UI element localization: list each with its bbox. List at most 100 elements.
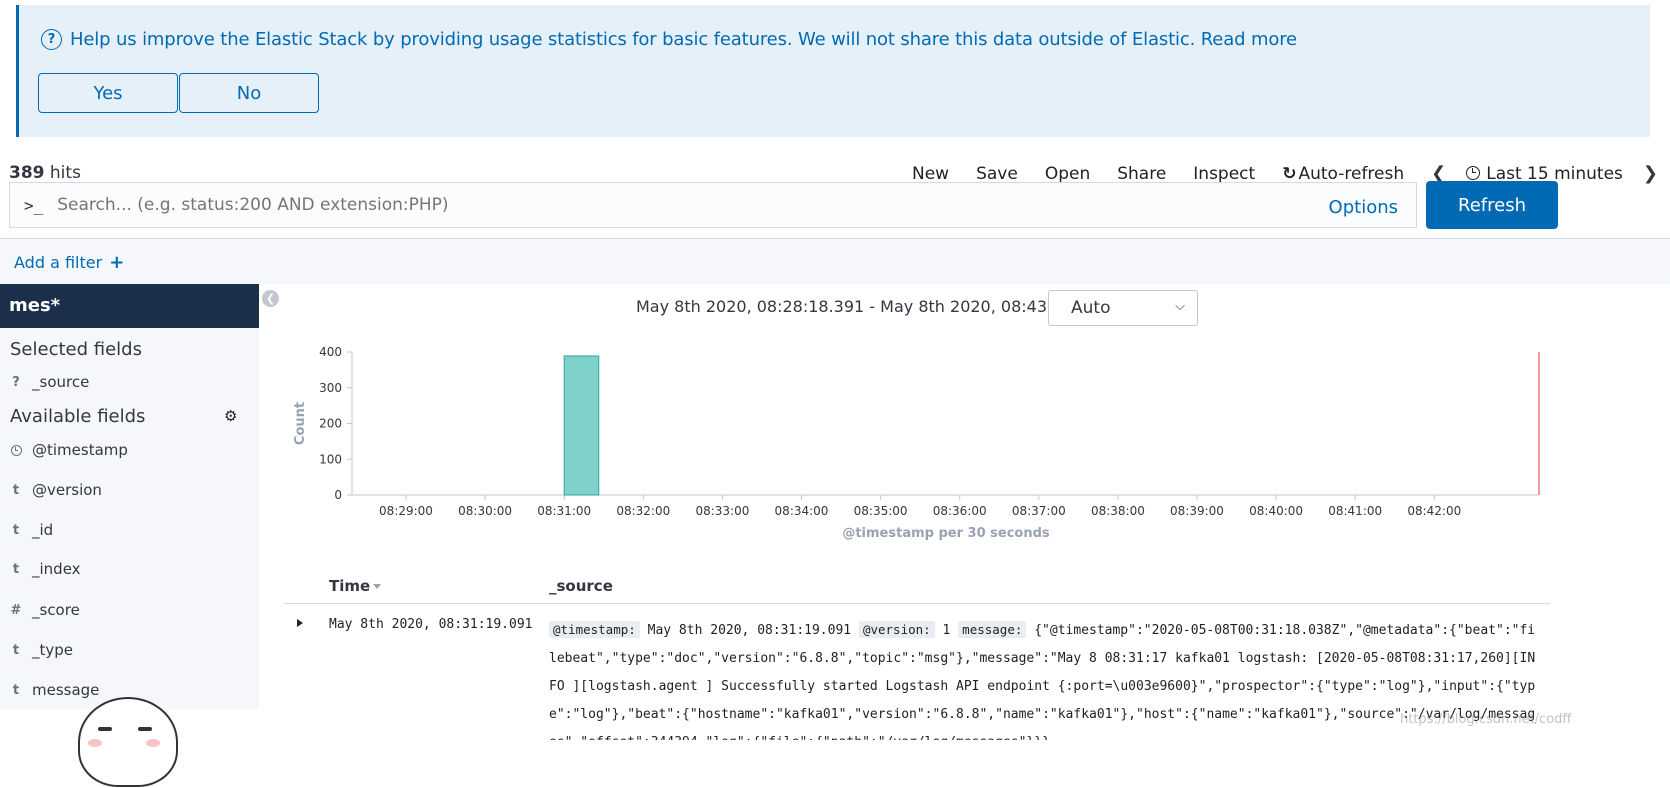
y-tick-label: 300 xyxy=(319,381,342,395)
x-tick-label: 08:36:00 xyxy=(933,504,987,518)
field-item[interactable]: t _index xyxy=(0,557,259,581)
refresh-icon: ↻ xyxy=(1282,163,1297,184)
field-type-icon: t xyxy=(12,561,20,577)
x-tick-label: 08:39:00 xyxy=(1170,504,1224,518)
field-name: _score xyxy=(32,601,80,619)
y-tick-label: 0 xyxy=(334,488,342,502)
row-source: @timestamp: May 8th 2020, 08:31:19.091 @… xyxy=(549,616,1539,740)
mascot-eye xyxy=(98,727,112,731)
field-type-icon: ? xyxy=(12,374,20,390)
available-fields-title: Available fields xyxy=(10,406,146,427)
x-tick-label: 08:29:00 xyxy=(379,504,433,518)
mascot-cheek xyxy=(88,739,102,747)
x-axis-title: @timestamp per 30 seconds xyxy=(842,526,1050,541)
source-column-header: _source xyxy=(549,577,613,595)
x-tick-label: 08:35:00 xyxy=(854,504,908,518)
selected-fields-title: Selected fields xyxy=(10,339,142,360)
filter-bar: Add a filter + xyxy=(0,238,1670,284)
search-input[interactable] xyxy=(57,195,1329,215)
x-tick-label: 08:32:00 xyxy=(616,504,670,518)
save-link[interactable]: Save xyxy=(976,164,1018,184)
open-link[interactable]: Open xyxy=(1045,164,1090,184)
chevron-down-icon: ⌵ xyxy=(1175,299,1185,314)
banner-text: Help us improve the Elastic Stack by pro… xyxy=(70,29,1196,50)
interval-value: Auto xyxy=(1071,298,1111,318)
telemetry-banner: ? Help us improve the Elastic Stack by p… xyxy=(16,5,1650,137)
no-button[interactable]: No xyxy=(179,73,319,113)
field-name: @version xyxy=(32,481,102,499)
field-item[interactable]: ? _source xyxy=(0,370,259,394)
field-key: @version: xyxy=(858,621,935,638)
auto-refresh-link[interactable]: ↻ Auto-refresh xyxy=(1282,164,1404,184)
field-name: @timestamp xyxy=(32,441,128,459)
field-name: _id xyxy=(32,521,54,539)
mascot-cheek xyxy=(146,739,160,747)
yes-button[interactable]: Yes xyxy=(38,73,178,113)
new-link[interactable]: New xyxy=(912,164,949,184)
field-key: @timestamp: xyxy=(549,621,640,638)
clock-icon xyxy=(0,444,32,456)
y-axis-title: Count xyxy=(293,402,308,445)
add-filter-label: Add a filter xyxy=(14,253,103,272)
field-type-icon: t xyxy=(12,682,20,698)
field-type-icon: t xyxy=(12,642,20,658)
plus-icon: + xyxy=(109,252,125,273)
interval-select[interactable]: Auto ⌵ xyxy=(1048,290,1198,326)
read-more-link[interactable]: Read more xyxy=(1201,29,1297,50)
help-icon: ? xyxy=(41,29,62,50)
x-tick-label: 08:41:00 xyxy=(1328,504,1382,518)
x-tick-label: 08:33:00 xyxy=(695,504,749,518)
watermark: https://blog.csdn.net/codff xyxy=(1400,712,1572,727)
field-value: {"@timestamp":"2020-05-08T00:31:18.038Z"… xyxy=(549,623,1536,740)
row-time: May 8th 2020, 08:31:19.091 xyxy=(329,617,533,632)
chevron-right-icon[interactable]: ❯ xyxy=(1643,163,1658,184)
clock-icon xyxy=(1466,165,1481,180)
field-name: _index xyxy=(32,560,81,578)
x-tick-label: 08:42:00 xyxy=(1407,504,1461,518)
field-name: message xyxy=(32,681,100,699)
index-pattern-title[interactable]: mes* xyxy=(0,284,259,328)
expand-row-icon[interactable] xyxy=(297,619,303,627)
x-tick-label: 08:34:00 xyxy=(775,504,829,518)
hits-label: hits xyxy=(49,163,81,183)
field-name: _type xyxy=(32,641,74,659)
search-bar: >_ Options xyxy=(9,182,1417,228)
field-sidebar: mes* Selected fields ? _source Available… xyxy=(0,284,259,709)
x-tick-label: 08:31:00 xyxy=(537,504,591,518)
mascot-sticker xyxy=(78,697,178,787)
x-tick-label: 08:40:00 xyxy=(1249,504,1303,518)
hits-number: 389 xyxy=(9,163,45,183)
field-key: message: xyxy=(958,621,1027,638)
collapse-sidebar-icon[interactable]: ❮ xyxy=(262,290,279,307)
field-name: _source xyxy=(32,373,90,391)
y-tick-label: 100 xyxy=(319,452,342,466)
refresh-button[interactable]: Refresh xyxy=(1426,181,1558,229)
hits-count: 389 hits xyxy=(9,163,81,183)
field-item[interactable]: @timestamp xyxy=(0,438,259,462)
time-column-header[interactable]: Time xyxy=(329,577,382,595)
share-link[interactable]: Share xyxy=(1117,164,1166,184)
y-tick-label: 200 xyxy=(319,417,342,431)
field-item[interactable]: # _score xyxy=(0,598,259,622)
x-tick-label: 08:30:00 xyxy=(458,504,512,518)
time-header-label: Time xyxy=(329,577,371,595)
field-value: 1 xyxy=(942,623,951,638)
x-tick-label: 08:37:00 xyxy=(1012,504,1066,518)
sort-icon[interactable] xyxy=(373,584,382,589)
field-type-icon: # xyxy=(10,602,22,618)
options-link[interactable]: Options xyxy=(1329,197,1398,218)
doc-table-header: Time _source xyxy=(284,576,1550,604)
field-item[interactable]: t _type xyxy=(0,638,259,662)
query-prompt-icon: >_ xyxy=(24,195,44,215)
x-tick-label: 08:38:00 xyxy=(1091,504,1145,518)
banner-message: ? Help us improve the Elastic Stack by p… xyxy=(41,29,1297,50)
field-item[interactable]: t _id xyxy=(0,518,259,542)
inspect-link[interactable]: Inspect xyxy=(1193,164,1255,184)
gear-icon[interactable]: ⚙ xyxy=(224,407,237,425)
field-item[interactable]: t @version xyxy=(0,478,259,502)
add-filter-link[interactable]: Add a filter + xyxy=(14,252,124,273)
histogram-chart: 0 100 200 300 400 08:29:00 08:30:00 08:31:00 08:… xyxy=(293,345,1540,541)
histogram-bar xyxy=(563,355,600,496)
field-value: May 8th 2020, 08:31:19.091 xyxy=(647,623,852,638)
y-tick-label: 400 xyxy=(319,345,342,359)
